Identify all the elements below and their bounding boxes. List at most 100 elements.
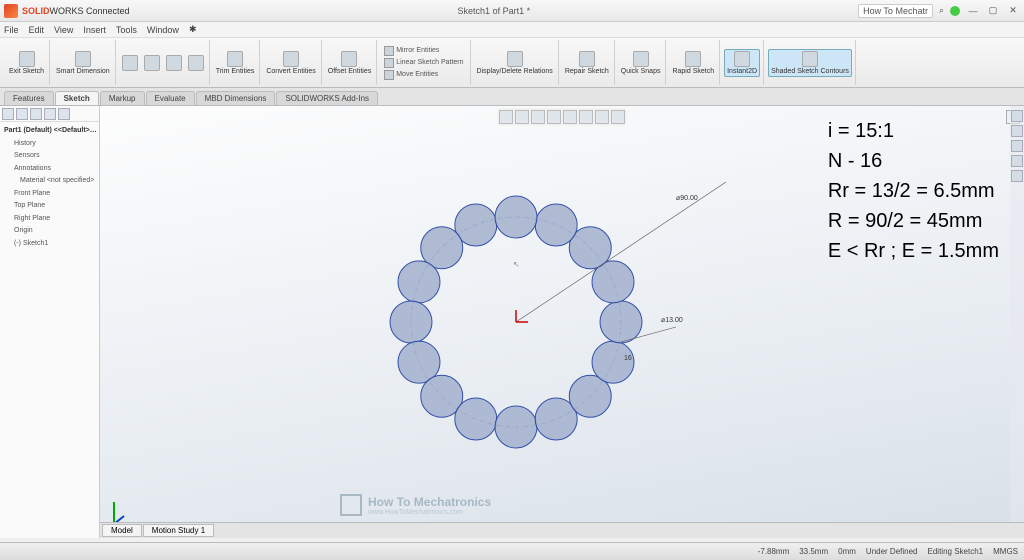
display-relations-button[interactable]: Display/Delete Relations xyxy=(475,50,555,76)
task-pane-tab-icon[interactable] xyxy=(1011,155,1023,167)
pitch-diameter-dimension[interactable]: ⌀90.00 xyxy=(676,195,698,202)
repair-sketch-button[interactable]: Repair Sketch xyxy=(563,50,611,76)
task-pane-tab-icon[interactable] xyxy=(1011,125,1023,137)
task-pane-tabs xyxy=(1010,106,1024,538)
pin-circle[interactable] xyxy=(390,301,432,343)
tab-sketch[interactable]: Sketch xyxy=(55,91,99,105)
graphics-viewport[interactable]: ⌀90.00 ⌀13.00 16 ↖ i = 15:1 N - 16 Rr = … xyxy=(100,106,1024,538)
tree-item[interactable]: Right Plane xyxy=(2,213,97,226)
tab-motion-study[interactable]: Motion Study 1 xyxy=(143,524,214,537)
task-pane-tab-icon[interactable] xyxy=(1011,110,1023,122)
tree-item[interactable]: Origin xyxy=(2,225,97,238)
help-search-input[interactable]: How To Mechatr xyxy=(858,4,933,18)
convert-entities-button[interactable]: Convert Entities xyxy=(264,50,317,76)
menu-more[interactable]: ✱ xyxy=(189,24,197,35)
tab-markup[interactable]: Markup xyxy=(100,91,145,105)
task-pane-tab-icon[interactable] xyxy=(1011,170,1023,182)
linear-pattern-button[interactable]: Linear Sketch Pattern xyxy=(381,57,466,69)
menu-insert[interactable]: Insert xyxy=(83,25,106,35)
pin-count-dimension[interactable]: 16 xyxy=(624,355,632,362)
view-tool-icon[interactable] xyxy=(531,110,545,124)
quick-snaps-button[interactable]: Quick Snaps xyxy=(619,50,663,76)
trim-entities-button[interactable]: Trim Entities xyxy=(214,50,257,76)
status-coord-z: 0mm xyxy=(838,547,856,556)
minimize-button[interactable]: — xyxy=(966,6,980,16)
origin-icon xyxy=(516,310,528,322)
view-tool-icon[interactable] xyxy=(595,110,609,124)
pin-diameter-dimension[interactable]: ⌀13.00 xyxy=(661,317,683,324)
view-tool-icon[interactable] xyxy=(547,110,561,124)
tree-tab-icon[interactable] xyxy=(2,108,14,120)
tree-item[interactable]: Top Plane xyxy=(2,200,97,213)
menu-view[interactable]: View xyxy=(54,25,73,35)
tree-tab-icon[interactable] xyxy=(44,108,56,120)
pin-circle[interactable] xyxy=(455,398,497,440)
tree-item-sketch1[interactable]: (-) Sketch1 xyxy=(2,238,97,251)
tree-item[interactable]: Material <not specified> xyxy=(2,175,97,188)
view-tool-icon[interactable] xyxy=(579,110,593,124)
status-units[interactable]: MMGS xyxy=(993,547,1018,556)
view-tool-icon[interactable] xyxy=(563,110,577,124)
status-bar: -7.88mm 33.5mm 0mm Under Defined Editing… xyxy=(0,542,1024,560)
menu-tools[interactable]: Tools xyxy=(116,25,137,35)
rect-tool-button[interactable] xyxy=(186,54,206,72)
mirror-entities-button[interactable]: Mirror Entities xyxy=(381,45,442,57)
maximize-button[interactable]: ▢ xyxy=(986,5,1000,16)
search-icon[interactable]: ⌕ xyxy=(939,5,944,16)
watermark-logo-icon xyxy=(340,494,362,516)
tab-model[interactable]: Model xyxy=(102,524,142,537)
app-title: SOLIDWORKS Connected xyxy=(22,6,130,16)
tab-addins[interactable]: SOLIDWORKS Add-Ins xyxy=(276,91,378,105)
pin-circle[interactable] xyxy=(495,196,537,238)
annotation-line: N - 16 xyxy=(828,146,999,176)
view-tool-icon[interactable] xyxy=(611,110,625,124)
move-entities-button[interactable]: Move Entities xyxy=(381,69,441,81)
tree-root[interactable]: Part1 (Default) <<Default>_Display St xyxy=(2,125,97,138)
shaded-contours-button[interactable]: Shaded Sketch Contours xyxy=(768,49,852,77)
task-pane-tab-icon[interactable] xyxy=(1011,140,1023,152)
close-button[interactable]: ✕ xyxy=(1006,5,1020,16)
tree-item[interactable]: Front Plane xyxy=(2,188,97,201)
pin-circle[interactable] xyxy=(398,261,440,303)
feature-tree-panel: Part1 (Default) <<Default>_Display St Hi… xyxy=(0,106,100,538)
tab-features[interactable]: Features xyxy=(4,91,54,105)
smart-dimension-button[interactable]: Smart Dimension xyxy=(54,50,112,76)
annotation-line: i = 15:1 xyxy=(828,116,999,146)
pin-circle[interactable] xyxy=(592,341,634,383)
pin-circle[interactable] xyxy=(535,204,577,246)
app-logo-icon xyxy=(4,4,18,18)
instant2d-button[interactable]: Instant2D xyxy=(724,49,760,77)
ribbon-toolbar: Exit Sketch Smart Dimension Trim Entitie… xyxy=(0,38,1024,88)
arc-tool-button[interactable] xyxy=(164,54,184,72)
menu-window[interactable]: Window xyxy=(147,25,179,35)
document-title: Sketch1 of Part1 * xyxy=(130,6,859,16)
offset-entities-button[interactable]: Offset Entities xyxy=(326,50,373,76)
view-tool-icon[interactable] xyxy=(515,110,529,124)
menu-bar: File Edit View Insert Tools Window ✱ xyxy=(0,22,1024,38)
command-tab-strip: Features Sketch Markup Evaluate MBD Dime… xyxy=(0,88,1024,106)
exit-sketch-button[interactable]: Exit Sketch xyxy=(7,50,46,76)
sketch-geometry: ⌀90.00 ⌀13.00 16 ↖ xyxy=(366,172,666,472)
tree-tab-icon[interactable] xyxy=(30,108,42,120)
circle-tool-button[interactable] xyxy=(142,54,162,72)
tab-evaluate[interactable]: Evaluate xyxy=(146,91,195,105)
tree-item[interactable]: Sensors xyxy=(2,150,97,163)
annotation-line: Rr = 13/2 = 6.5mm xyxy=(828,176,999,206)
line-tool-button[interactable] xyxy=(120,54,140,72)
tab-mbd[interactable]: MBD Dimensions xyxy=(196,91,276,105)
status-coord-x: -7.88mm xyxy=(758,547,790,556)
pin-circle[interactable] xyxy=(495,406,537,448)
status-mode: Editing Sketch1 xyxy=(928,547,984,556)
tree-item[interactable]: Annotations xyxy=(2,163,97,176)
status-definition: Under Defined xyxy=(866,547,918,556)
status-coord-y: 33.5mm xyxy=(799,547,828,556)
tree-item[interactable]: History xyxy=(2,138,97,151)
view-tool-icon[interactable] xyxy=(499,110,513,124)
rapid-sketch-button[interactable]: Rapid Sketch xyxy=(670,50,716,76)
pin-circle[interactable] xyxy=(600,301,642,343)
menu-edit[interactable]: Edit xyxy=(29,25,45,35)
tree-tab-icon[interactable] xyxy=(16,108,28,120)
tree-tab-icon[interactable] xyxy=(58,108,70,120)
watermark: How To Mechatronics www.HowToMechatronic… xyxy=(340,494,491,516)
menu-file[interactable]: File xyxy=(4,25,19,35)
